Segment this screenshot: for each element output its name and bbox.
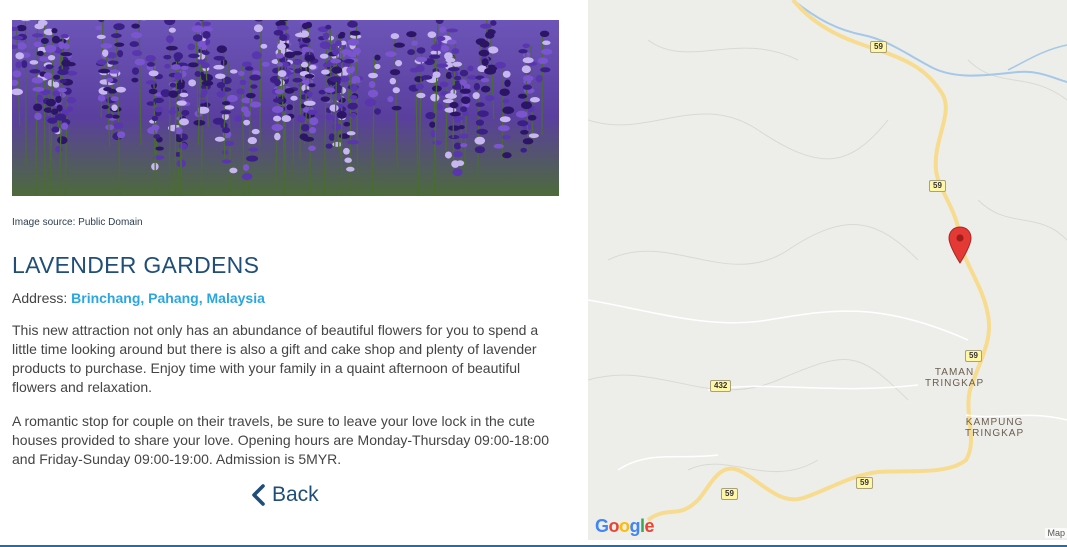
image-source-caption: Image source: Public Domain (12, 217, 143, 228)
road-shield-59: 59 (870, 41, 887, 53)
location-map[interactable]: 59 59 59 59 59 432 TAMAN TRINGKAP KAMPUN… (588, 0, 1067, 540)
description-paragraph-1: This new attraction not only has an abun… (12, 322, 539, 395)
google-logo: Google (595, 516, 655, 536)
chevron-left-icon (252, 484, 265, 506)
map-attribution[interactable]: Map (1045, 528, 1067, 538)
place-label-taman-tringkap: TAMAN TRINGKAP (925, 367, 985, 389)
back-label: Back (272, 483, 319, 506)
address-line: Address: Brinchang, Pahang, Malaysia (12, 290, 265, 306)
attraction-panel: Image source: Public Domain LAVENDER GAR… (0, 0, 588, 547)
place-label-kampung-tringkap: KAMPUNG TRINGKAP (965, 417, 1025, 439)
road-shield-59: 59 (929, 180, 946, 192)
map-pin-icon[interactable] (948, 226, 972, 264)
description-paragraph-2: A romantic stop for couple on their trav… (12, 413, 549, 467)
address-link[interactable]: Brinchang, Pahang, Malaysia (71, 290, 265, 306)
address-label: Address: (12, 290, 68, 306)
road-shield-432: 432 (710, 380, 732, 392)
lavender-hero-image (12, 20, 559, 196)
road-shield-59: 59 (856, 477, 873, 489)
road-shield-59: 59 (721, 488, 738, 500)
road-shield-59: 59 (965, 350, 982, 362)
lavender-photo (12, 20, 559, 196)
back-button[interactable]: Back (250, 483, 319, 507)
map-canvas[interactable] (588, 0, 1067, 540)
page-title: LAVENDER GARDENS (12, 252, 260, 278)
